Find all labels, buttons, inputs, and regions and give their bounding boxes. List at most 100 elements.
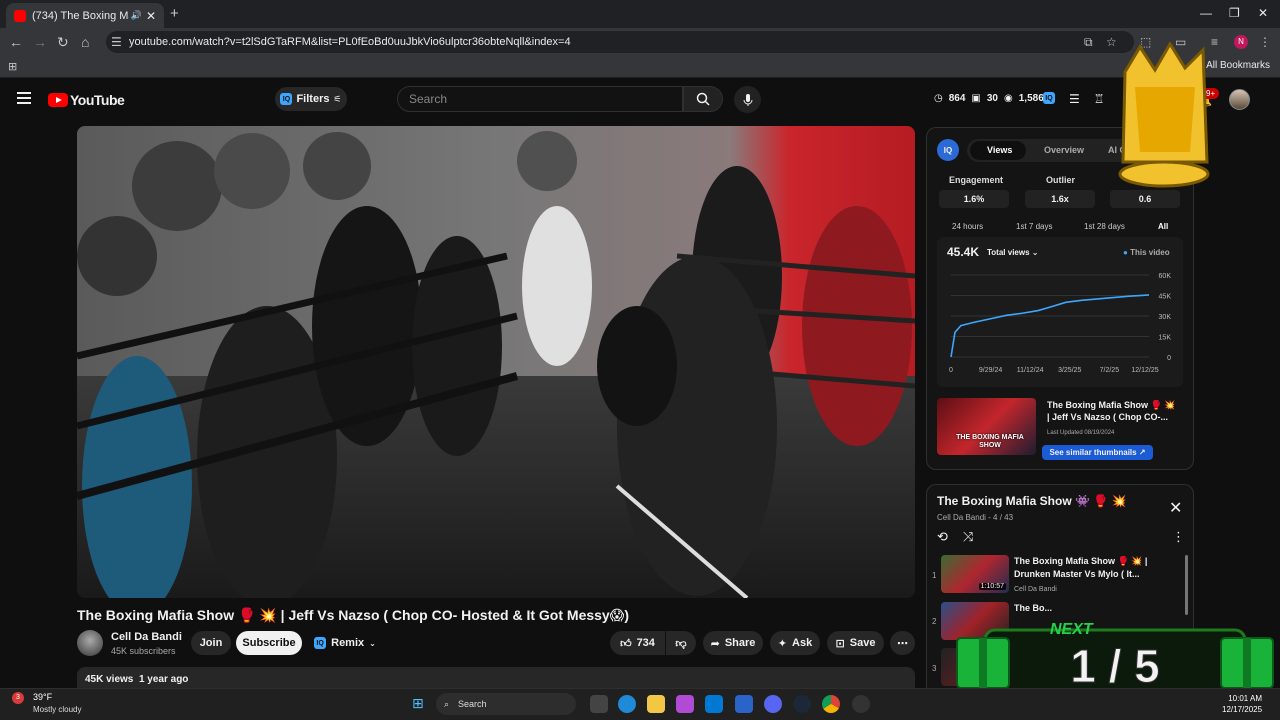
chrome-icon[interactable]	[822, 695, 840, 713]
close-tab-icon[interactable]: ✕	[146, 9, 156, 23]
playlist-menu-icon[interactable]: ⋮	[1172, 529, 1185, 545]
hamburger-menu-icon[interactable]	[17, 92, 31, 107]
close-icon[interactable]: ✕	[1169, 498, 1182, 518]
search-button[interactable]	[683, 86, 723, 112]
windows-taskbar	[0, 688, 1280, 720]
youtube-favicon-icon	[14, 9, 26, 22]
video-thumbnail[interactable]: THE BOXING MAFIA SHOW	[937, 398, 1036, 455]
share-icon: ➦	[710, 637, 720, 650]
stat-views: 1,586	[1018, 93, 1044, 104]
x-tick-label: 11/12/24	[1017, 367, 1044, 374]
reload-icon[interactable]: ↻	[57, 34, 69, 51]
home-icon[interactable]: ⌂	[81, 34, 89, 50]
file-explorer-icon[interactable]	[647, 695, 665, 713]
more-actions-button[interactable]: ⋯	[890, 631, 915, 655]
steam-icon[interactable]	[793, 695, 811, 713]
loop-icon[interactable]: ⟲	[937, 529, 948, 545]
engagement-value: 1.6%	[939, 190, 1009, 208]
playlist-item-thumbnail[interactable]: 1:10:57	[941, 555, 1009, 593]
search-icon: ⌕	[444, 698, 450, 709]
range-28d[interactable]: 1st 28 days	[1084, 222, 1125, 231]
profile-avatar[interactable]: N	[1234, 35, 1248, 49]
playlist-channel[interactable]: Cell Da Bandi	[937, 513, 986, 522]
weather-badge: 3	[12, 692, 24, 704]
outlier-value: 1.6x	[1025, 190, 1095, 208]
tab-views[interactable]: Views	[987, 145, 1012, 155]
taskbar-search-label: Search	[458, 699, 487, 709]
playlist-title: The Boxing Mafia Show 👾 🥊 💥	[937, 494, 1127, 508]
new-tab-icon[interactable]: +	[170, 5, 179, 22]
playlist-item-channel[interactable]: Cell Da Bandi	[1014, 586, 1057, 593]
y-tick-label: 45K	[1159, 294, 1172, 301]
gift-counter: 1 / 5	[1070, 640, 1160, 692]
share-button[interactable]: ➦ Share	[703, 631, 763, 655]
apps-grid-icon[interactable]: ⊞	[8, 60, 17, 73]
remix-button[interactable]: IQ Remix ⌄	[310, 631, 380, 655]
account-avatar[interactable]	[1229, 89, 1250, 110]
chart-plot: 60K 45K 30K 15K 0 0 9/29/24 11/12/24 3/25/25 7/2/…	[949, 273, 1172, 374]
playlist-scrollbar[interactable]	[1185, 555, 1188, 615]
obs-icon[interactable]	[852, 695, 870, 713]
playlist-position: 4 / 43	[993, 513, 1014, 522]
weather-temp[interactable]: 39°F	[33, 692, 52, 702]
taskbar-clock[interactable]: 10:01 AM 12/17/2025	[1222, 693, 1262, 715]
iq-icon: IQ	[280, 93, 293, 105]
trophy-icon[interactable]: ♖	[1094, 92, 1105, 106]
store-icon[interactable]	[705, 695, 723, 713]
site-info-icon[interactable]: ☰	[111, 35, 122, 49]
weather-condition[interactable]: Mostly cloudy	[33, 705, 81, 714]
discord-icon[interactable]	[764, 695, 782, 713]
engagement-label: Engagement	[949, 175, 1004, 185]
ask-button[interactable]: ✦ Ask	[770, 631, 820, 655]
browser-tab[interactable]: (734) The Boxing Mafia Show 🔊 ✕	[6, 3, 164, 28]
task-view-icon[interactable]	[590, 695, 608, 713]
voice-search-button[interactable]	[734, 86, 761, 113]
clock-time: 10:01 AM	[1228, 694, 1263, 703]
x-tick-label: 0	[949, 367, 953, 374]
filters-button[interactable]: IQ Filters ⚟	[275, 87, 347, 111]
save-button[interactable]: ⊡ Save	[827, 631, 884, 655]
restore-icon[interactable]: ❐	[1229, 6, 1240, 20]
forward-icon[interactable]: →	[33, 34, 47, 50]
iq-logo: IQ	[937, 139, 959, 161]
dislike-button[interactable]: 👎︎	[666, 631, 696, 655]
y-tick-label: 60K	[1159, 273, 1172, 280]
y-tick-label: 0	[1167, 355, 1171, 362]
minimize-icon[interactable]: —	[1200, 6, 1212, 20]
windows-start-icon[interactable]: ⊞	[412, 695, 424, 712]
taskbar-search[interactable]: ⌕ Search	[436, 693, 576, 715]
join-button[interactable]: Join	[191, 631, 231, 655]
install-app-icon[interactable]: ⧉	[1084, 35, 1093, 50]
channel-name[interactable]: Cell Da Bandi	[111, 631, 182, 643]
save-label: Save	[849, 637, 876, 649]
back-icon[interactable]: ←	[9, 34, 23, 50]
views-chart: 45.4K Total views ⌄ ● This video 60K 45K 3…	[937, 237, 1183, 387]
list-icon[interactable]: ☰	[1069, 92, 1080, 106]
bookmark-icon: ⊡	[835, 637, 845, 650]
iq-app-icon[interactable]: IQ	[1043, 92, 1055, 104]
subscribe-button[interactable]: Subscribe	[236, 631, 302, 655]
range-7d[interactable]: 1st 7 days	[1016, 222, 1052, 231]
playlist-item-title[interactable]: The Boxing Mafia Show 🥊 💥 | Drunken Mast…	[1014, 555, 1174, 581]
y-tick-label: 15K	[1159, 335, 1172, 342]
shuffle-icon[interactable]: ⤨	[963, 529, 973, 545]
audio-icon[interactable]: 🔊	[131, 10, 142, 21]
range-24h[interactable]: 24 hours	[952, 222, 983, 231]
playlist-item-title[interactable]: The Bo...	[1014, 602, 1174, 615]
channel-avatar[interactable]	[77, 630, 103, 656]
playlist-subtitle: Cell Da Bandi - 4 / 43	[937, 513, 1014, 522]
video-player[interactable]	[77, 126, 915, 598]
edge-icon[interactable]	[618, 695, 636, 713]
copilot-icon[interactable]	[676, 695, 694, 713]
close-window-icon[interactable]: ✕	[1258, 6, 1268, 20]
outlook-icon[interactable]	[735, 695, 753, 713]
bookmarks-bar	[0, 56, 1280, 78]
menu-kebab-icon[interactable]: ⋮	[1259, 35, 1271, 49]
thumbs-down-icon: 👎︎	[675, 637, 687, 650]
youtube-logo[interactable]: YouTube	[48, 92, 125, 108]
url-text[interactable]: youtube.com/watch?v=t2lSdGTaRFM&list=PL0…	[129, 36, 571, 48]
like-button[interactable]: 👍︎ 734	[610, 631, 665, 655]
tab-overview[interactable]: Overview	[1044, 145, 1084, 155]
range-all[interactable]: All	[1158, 222, 1168, 231]
similar-thumbnails-button[interactable]: See similar thumbnails ↗	[1042, 445, 1153, 460]
